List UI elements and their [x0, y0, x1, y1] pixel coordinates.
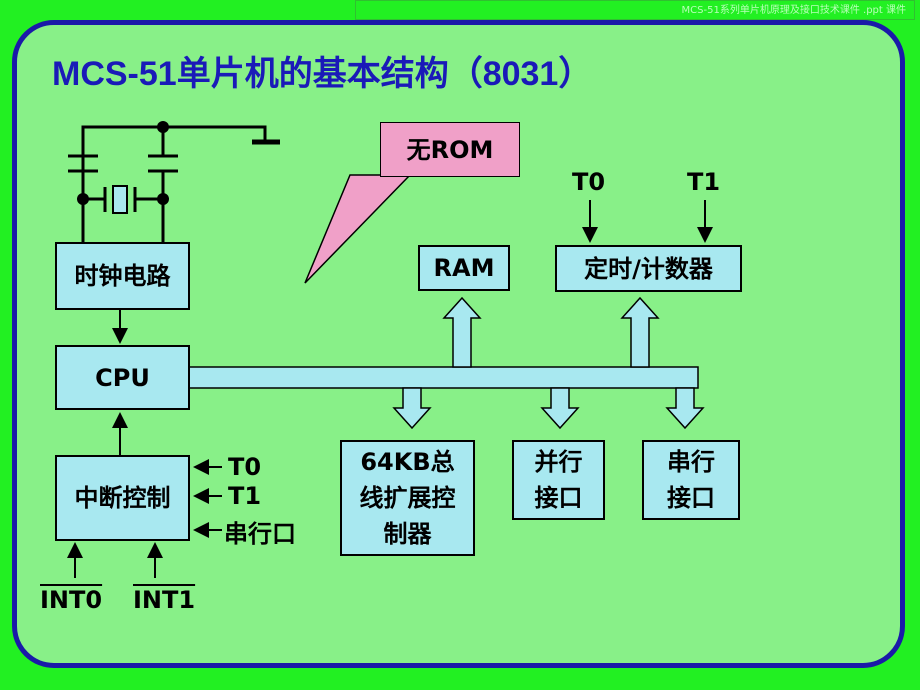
parallel-port-block: 并行接口	[512, 440, 605, 520]
timer-input-t1: T1	[687, 168, 721, 196]
ext-interrupt-int1: INT1	[133, 586, 196, 614]
bus-arrow-64kb	[392, 387, 432, 430]
ram-block: RAM	[418, 245, 510, 291]
ext-interrupt-int0: INT0	[40, 586, 103, 614]
wire	[81, 125, 267, 242]
bus-arrow-serial	[665, 387, 705, 430]
bus-arrow-timer	[620, 296, 660, 368]
bus-extension-block: 64KB总线扩展控制器	[340, 440, 475, 556]
cpu-block: CPU	[55, 345, 190, 410]
interrupt-control-block: 中断控制	[55, 455, 190, 541]
callout-pointer	[304, 174, 412, 284]
bus-arrow-parallel	[540, 387, 580, 430]
timer-counter-block: 定时/计数器	[555, 245, 742, 292]
clock-circuit-block: 时钟电路	[55, 242, 190, 310]
timer-input-t0: T0	[572, 168, 606, 196]
int-input-t0: T0	[228, 453, 262, 481]
callout-no-rom: 无ROM	[380, 122, 520, 177]
crystal-icon	[112, 185, 128, 214]
int-input-serial: 串行口	[224, 520, 296, 548]
internal-bus	[187, 366, 699, 389]
serial-port-block: 串行接口	[642, 440, 740, 520]
int-input-t1: T1	[228, 482, 262, 510]
bus-arrow-ram	[442, 296, 482, 368]
junction	[157, 121, 169, 133]
